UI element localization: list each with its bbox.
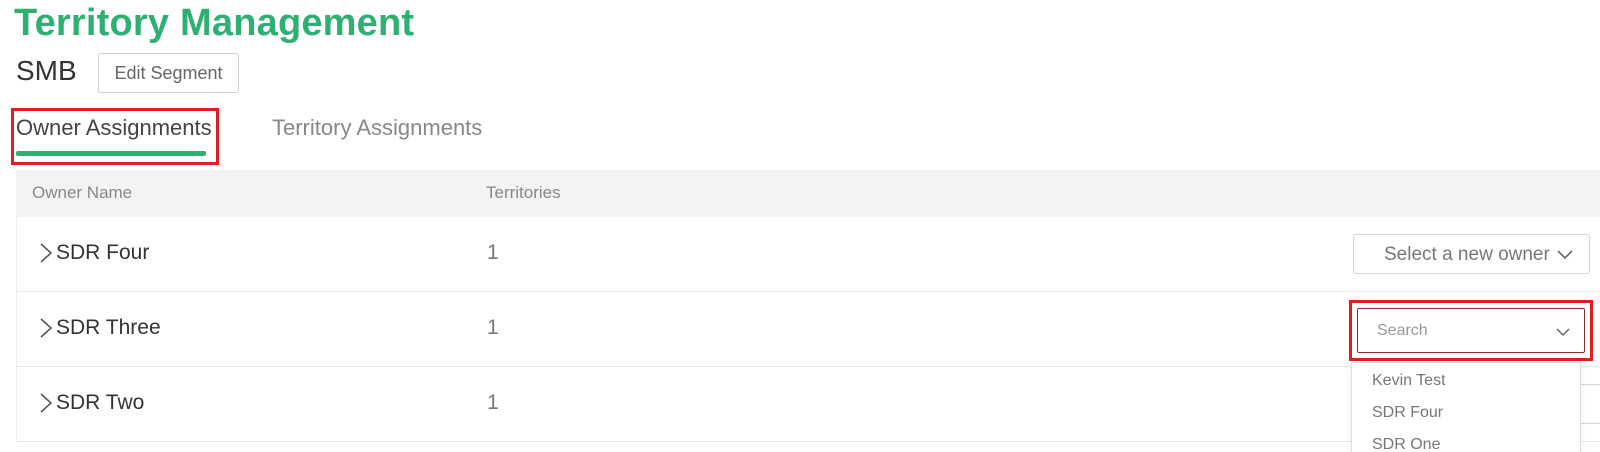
select-new-owner-dropdown[interactable] <box>1578 384 1600 424</box>
tab-owner-assignments[interactable]: Owner Assignments <box>16 115 212 141</box>
select-new-owner-dropdown[interactable]: Select a new owner <box>1353 234 1590 274</box>
search-input[interactable] <box>1359 310 1549 351</box>
chevron-down-icon <box>1557 247 1573 265</box>
owner-name: SDR Four <box>56 241 150 264</box>
chevron-right-icon[interactable] <box>39 393 53 413</box>
column-header-owner-name: Owner Name <box>32 183 133 202</box>
segment-name: SMB <box>16 55 77 86</box>
tab-territory-assignments[interactable]: Territory Assignments <box>272 115 482 141</box>
dropdown-option[interactable]: SDR Four <box>1352 397 1580 429</box>
table-row: SDR Three 1 <box>16 292 1600 367</box>
table-row: SDR Four 1 Select a new owner <box>16 217 1600 292</box>
dropdown-option[interactable]: SDR One <box>1352 429 1580 452</box>
select-owner-label: Select a new owner <box>1384 244 1550 265</box>
active-tab-indicator <box>16 151 206 156</box>
owner-options-dropdown: Kevin Test SDR Four SDR One <box>1351 362 1581 452</box>
column-header-territories: Territories <box>486 183 561 202</box>
owner-name: SDR Two <box>56 391 145 414</box>
territory-count: 1 <box>487 316 499 339</box>
dropdown-option[interactable]: Kevin Test <box>1352 365 1580 397</box>
page-title: Territory Management <box>14 2 415 44</box>
owner-search-select[interactable] <box>1357 308 1585 353</box>
chevron-right-icon[interactable] <box>39 318 53 338</box>
owner-name: SDR Three <box>56 316 161 339</box>
territory-count: 1 <box>487 241 499 264</box>
edit-segment-button[interactable]: Edit Segment <box>98 53 239 93</box>
chevron-down-icon[interactable] <box>1556 324 1570 342</box>
territory-count: 1 <box>487 391 499 414</box>
chevron-right-icon[interactable] <box>39 243 53 263</box>
table-header: Owner Name Territories <box>16 170 1600 217</box>
